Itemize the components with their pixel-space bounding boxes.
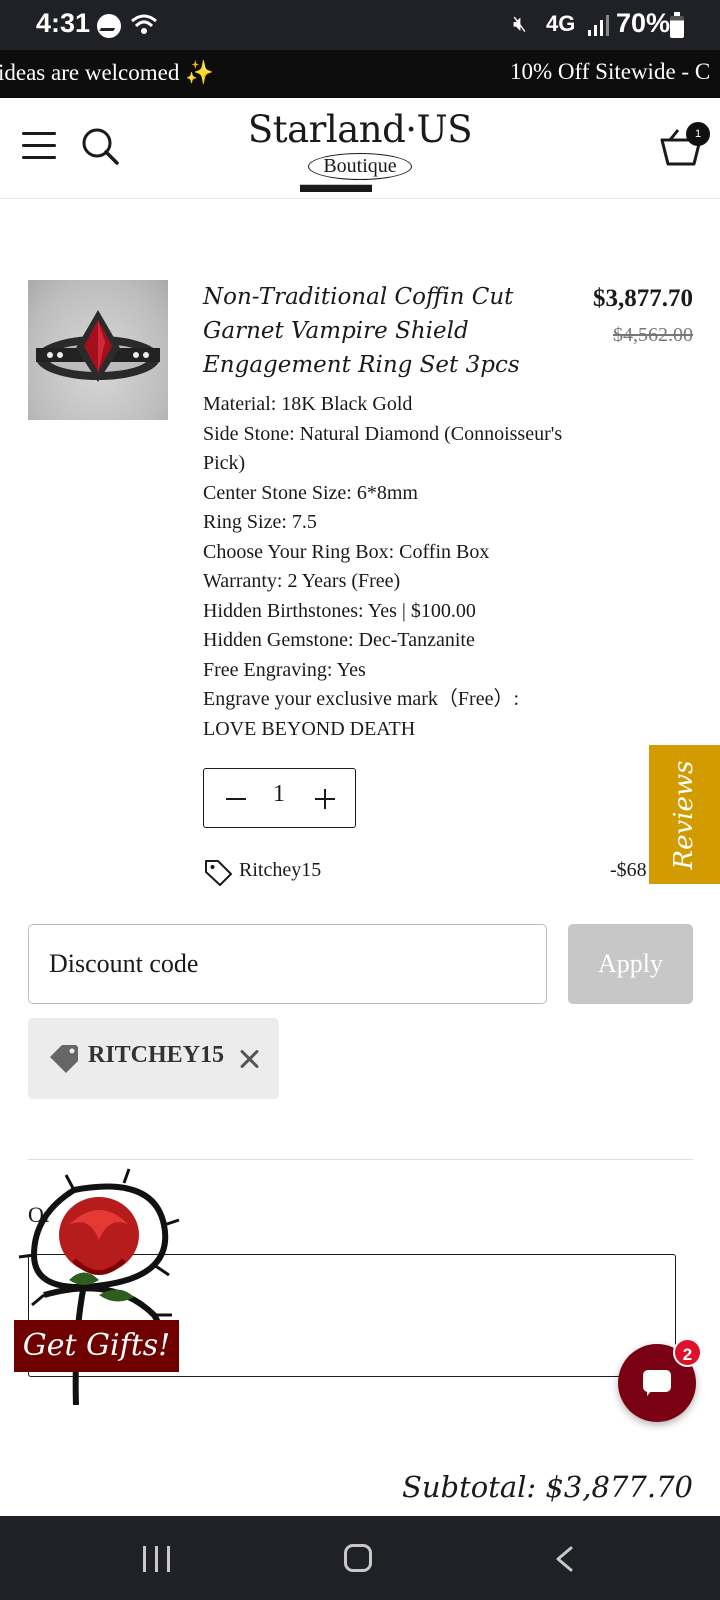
battery-icon [670, 12, 684, 38]
battery-percent: 70% [616, 8, 671, 38]
reviews-tab-label: Reviews [669, 760, 699, 870]
home-icon[interactable] [344, 1544, 372, 1572]
brand-name: Starland·US [247, 108, 473, 151]
option-line: Side Stone: Natural Diamond (Connoisseur… [203, 422, 563, 475]
chat-icon [643, 1370, 671, 1396]
network-type: 4G [546, 11, 576, 36]
option-line: Hidden Birthstones: Yes | $100.00 [203, 599, 476, 622]
search-icon[interactable] [80, 126, 120, 166]
option-line: Material: 18K Black Gold [203, 393, 413, 415]
option-line: Engrave your exclusive mark（Free）: LOVE … [203, 688, 520, 740]
product-thumbnail[interactable] [28, 280, 168, 420]
status-bar: 4:31 🔇︎ 4G 70% [0, 0, 720, 50]
apply-discount-button[interactable]: Apply [568, 924, 693, 1004]
scrolled-heading-remnant: ▬▬▬ ▬▬▬ [300, 180, 372, 200]
increase-quantity-button[interactable] [309, 779, 341, 817]
chat-unread-badge: 2 [673, 1338, 702, 1367]
tag-icon [205, 860, 232, 886]
back-icon[interactable] [553, 1546, 575, 1572]
announcement-text: ideas are welcomed ✨ [0, 60, 214, 85]
brand-subname: Boutique [308, 153, 412, 180]
status-time: 4:31 [36, 8, 91, 38]
option-line: Center Stone Size: 6*8mm [203, 481, 418, 504]
tag-icon [50, 1045, 78, 1073]
applied-discount-code: RITCHEY15 [88, 1042, 225, 1068]
option-line: Warranty: 2 Years (Free) [203, 570, 401, 592]
get-gifts-button[interactable]: Get Gifts! [14, 1320, 179, 1372]
cart-count-badge: 1 [686, 122, 710, 146]
option-line: Hidden Gemstone: Dec-Tanzanite [203, 629, 475, 651]
product-title[interactable]: Non-Traditional Coffin Cut Garnet Vampir… [203, 280, 548, 382]
quantity-stepper: 1 [203, 768, 356, 828]
wifi-icon [131, 14, 157, 34]
divider [28, 1159, 693, 1160]
product-price: $3,877.70 [593, 285, 693, 312]
close-icon[interactable] [234, 1040, 264, 1076]
discount-code-label: Ritchey15 [239, 859, 322, 881]
ring-image [36, 310, 160, 382]
recent-apps-icon[interactable] [143, 1546, 171, 1572]
option-line: Free Engraving: Yes [203, 658, 366, 681]
announcement-bar[interactable]: ideas are welcomed ✨ 10% Off Sitewide - … [0, 50, 720, 98]
decrease-quantity-button[interactable] [220, 779, 252, 817]
system-navigation-bar [0, 1516, 720, 1600]
mute-icon: 🔇︎ [513, 11, 527, 36]
product-original-price: $4,562.00 [613, 324, 693, 346]
discount-code-input[interactable] [28, 924, 547, 1004]
store-logo[interactable]: Starland·US Boutique [230, 108, 490, 180]
announcement-text-next: 10% Off Sitewide - C [510, 59, 711, 84]
option-line: Ring Size: 7.5 [203, 511, 317, 533]
quantity-value[interactable]: 1 [264, 781, 294, 808]
subtotal: Subtotal: $3,877.70 [401, 1470, 693, 1504]
reviews-tab[interactable]: Reviews [649, 745, 720, 884]
discount-amount: -$68 [610, 859, 647, 881]
hamburger-menu-icon[interactable] [22, 132, 56, 160]
signal-icon [588, 15, 609, 36]
option-line: Choose Your Ring Box: Coffin Box [203, 540, 490, 563]
product-options: Material: 18K Black Gold Side Stone: Nat… [203, 390, 563, 744]
applied-discount-chip: RITCHEY15 [28, 1018, 279, 1099]
messenger-icon [97, 14, 121, 38]
